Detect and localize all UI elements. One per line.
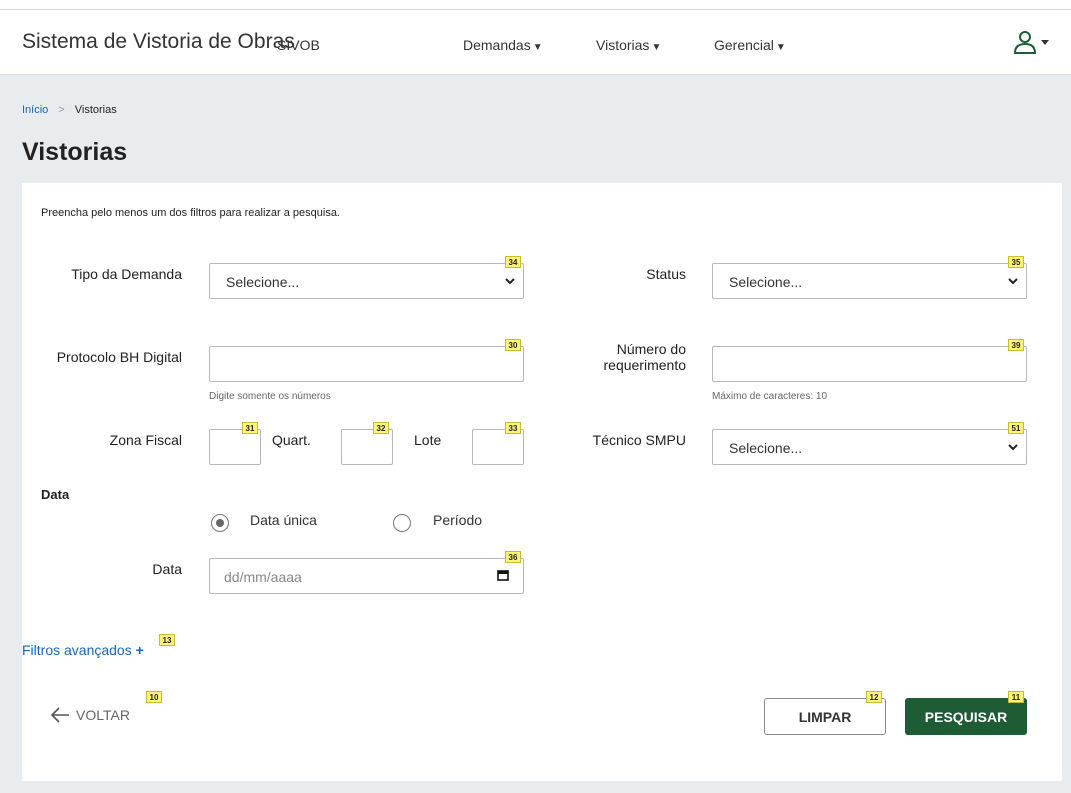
periodo-label[interactable]: Período (433, 512, 482, 528)
clear-button-badge: 12 (866, 691, 882, 703)
tecnico-label: Técnico SMPU (592, 432, 686, 448)
zona-fiscal-label: Zona Fiscal (109, 432, 182, 448)
advanced-filters-link[interactable]: Filtros avançados + (22, 642, 144, 658)
chevron-down-icon (1008, 278, 1018, 285)
data-badge: 36 (505, 551, 521, 563)
radio-selected-dot (216, 519, 224, 527)
tipo-demanda-select[interactable]: Selecione... (209, 263, 524, 299)
periodo-radio[interactable] (393, 514, 411, 532)
calendar-icon[interactable] (497, 569, 509, 581)
quart-input[interactable] (341, 429, 393, 465)
tipo-demanda-label: Tipo da Demanda (71, 266, 182, 282)
numero-requerimento-hint: Máximo de caracteres: 10 (712, 391, 828, 402)
status-badge: 35 (1008, 256, 1024, 268)
chevron-down-icon (1008, 444, 1018, 451)
tipo-demanda-badge: 34 (505, 256, 521, 268)
breadcrumb: Início > Vistorias (22, 104, 117, 116)
nav-demandas[interactable]: Demandas ▼ (463, 37, 543, 53)
data-unica-radio[interactable] (211, 514, 229, 532)
back-button-badge: 10 (146, 691, 162, 703)
nav-vistorias-label: Vistorias (596, 37, 650, 53)
app-abbreviation: SIVOB (277, 37, 320, 53)
protocolo-label: Protocolo BH Digital (56, 349, 182, 365)
tecnico-badge: 51 (1008, 422, 1024, 434)
tipo-demanda-value: Selecione... (226, 274, 300, 290)
search-button[interactable]: PESQUISAR (905, 698, 1027, 735)
plus-icon: + (135, 642, 144, 658)
numero-requerimento-label-line2: requerimento (603, 357, 687, 373)
tecnico-value: Selecione... (729, 440, 803, 456)
back-button-label: VOLTAR (76, 707, 130, 723)
quart-badge: 32 (373, 422, 389, 434)
numero-requerimento-input[interactable] (712, 346, 1027, 382)
data-input[interactable]: dd/mm/aaaa (209, 558, 524, 594)
status-select[interactable]: Selecione... (712, 263, 1027, 299)
nav-demandas-label: Demandas (463, 37, 531, 53)
app-title[interactable]: Sistema de Vistoria de Obras (22, 30, 295, 54)
advanced-filters-badge: 13 (159, 634, 175, 646)
nav-vistorias[interactable]: Vistorias ▼ (596, 37, 661, 53)
chevron-down-icon (505, 278, 515, 285)
status-value: Selecione... (729, 274, 803, 290)
zona-fiscal-badge: 31 (242, 422, 258, 434)
protocolo-badge: 30 (505, 339, 521, 351)
breadcrumb-home-link[interactable]: Início (22, 104, 48, 116)
zona-fiscal-input[interactable] (209, 429, 261, 465)
lote-label: Lote (414, 432, 442, 448)
lote-badge: 33 (505, 422, 521, 434)
tecnico-select[interactable]: Selecione... (712, 429, 1027, 465)
form-instruction: Preencha pelo menos um dos filtros para … (41, 207, 340, 219)
data-input-placeholder: dd/mm/aaaa (224, 569, 302, 585)
data-unica-label[interactable]: Data única (250, 512, 317, 528)
breadcrumb-current: Vistorias (74, 104, 117, 116)
numero-requerimento-label: Número do requerimento (560, 341, 687, 373)
caret-down-icon: ▼ (532, 42, 543, 53)
status-label: Status (646, 266, 686, 282)
nav-gerencial-label: Gerencial (714, 37, 774, 53)
numero-requerimento-badge: 39 (1008, 339, 1024, 351)
protocolo-input[interactable] (209, 346, 524, 382)
clear-button[interactable]: LIMPAR (764, 698, 886, 735)
user-icon (1013, 31, 1049, 54)
numero-requerimento-label-line1: Número do (616, 341, 686, 357)
quart-label: Quart. (272, 432, 311, 448)
lote-input[interactable] (472, 429, 524, 465)
search-button-badge: 11 (1008, 691, 1024, 703)
breadcrumb-separator: > (58, 104, 65, 116)
user-menu-button[interactable] (1012, 28, 1054, 58)
arrow-left-icon (50, 707, 69, 723)
nav-gerencial[interactable]: Gerencial ▼ (714, 37, 786, 53)
caret-down-icon: ▼ (775, 42, 786, 53)
protocolo-hint: Digite somente os números (209, 391, 331, 402)
advanced-filters-label: Filtros avançados (22, 642, 132, 658)
top-header: Sistema de Vistoria de Obras SIVOB Deman… (0, 9, 1071, 75)
caret-down-icon: ▼ (651, 42, 662, 53)
back-button[interactable]: VOLTAR (50, 706, 130, 724)
data-section-label: Data (41, 487, 70, 502)
data-label: Data (152, 561, 182, 577)
page-title: Vistorias (22, 138, 128, 166)
